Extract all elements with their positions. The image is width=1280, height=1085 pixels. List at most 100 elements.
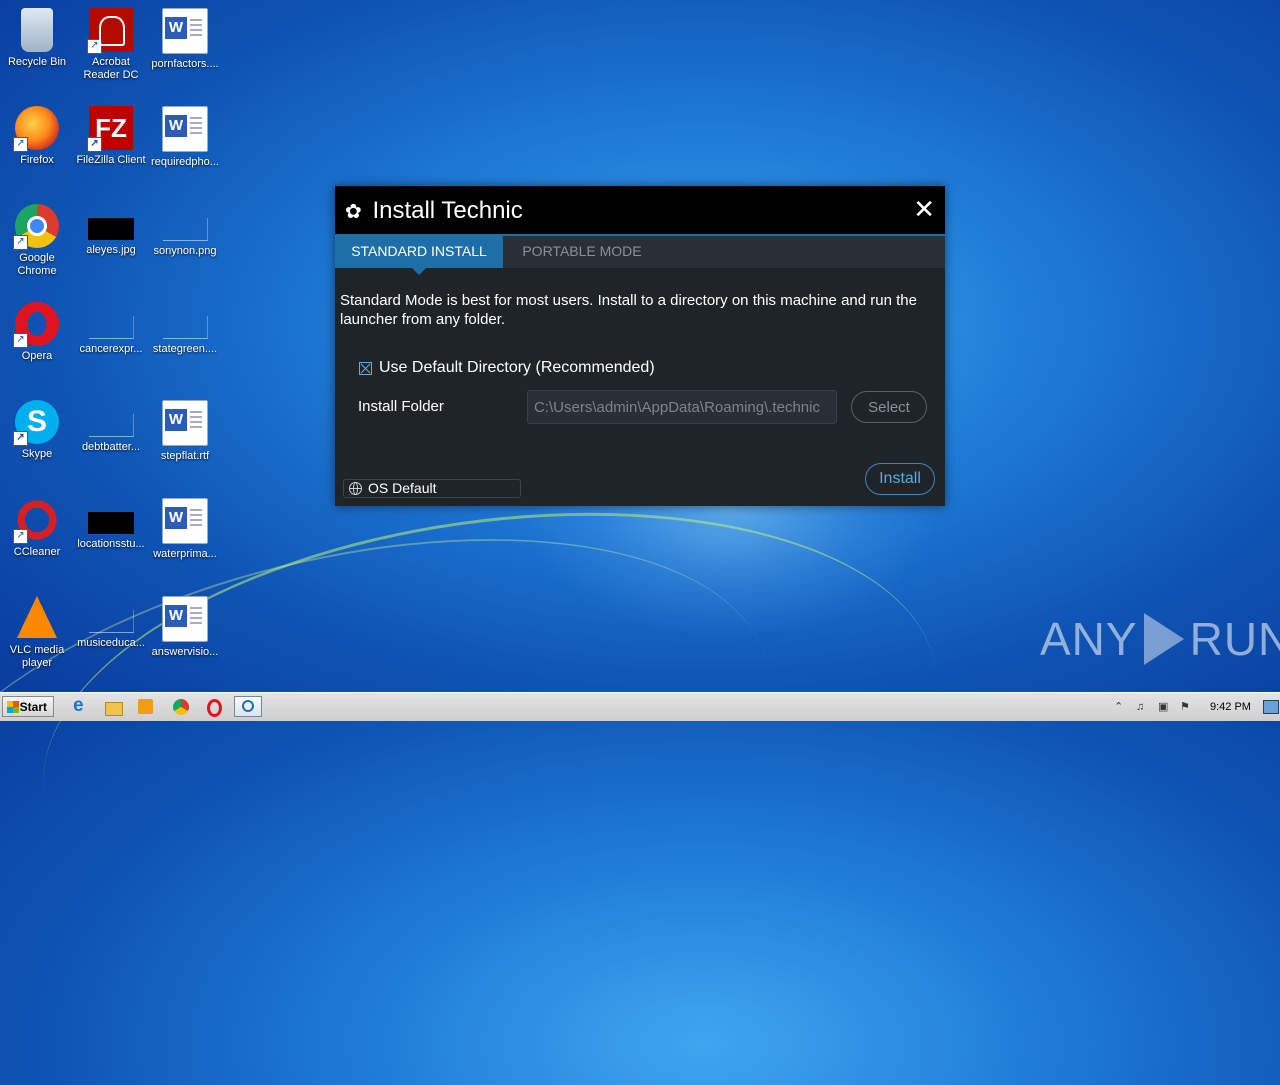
desktop-icon-label: Google Chrome bbox=[17, 252, 57, 277]
desktop-icon-label: locationsstu... bbox=[77, 538, 145, 550]
ccleaner-icon: ↗ bbox=[13, 498, 59, 544]
install-button[interactable]: Install bbox=[865, 463, 935, 495]
action-center-flag-icon[interactable]: ⚑ bbox=[1180, 701, 1192, 713]
desktop-icon-skype[interactable]: S ↗ Skype bbox=[0, 400, 74, 461]
desktop-icon-opera[interactable]: ↗ Opera bbox=[0, 302, 74, 363]
image-thumbnail-icon bbox=[162, 218, 208, 241]
desktop-icon-firefox[interactable]: ↗ Firefox bbox=[0, 106, 74, 167]
tab-standard-install[interactable]: STANDARD INSTALL bbox=[335, 236, 503, 275]
desktop-icon-word-doc[interactable]: pornfactors.... bbox=[148, 8, 222, 71]
media-player-icon[interactable] bbox=[136, 697, 156, 717]
recycle-bin-icon bbox=[21, 8, 53, 52]
use-default-directory-option[interactable]: Use Default Directory (Recommended) bbox=[359, 359, 655, 377]
use-default-directory-checkbox[interactable] bbox=[359, 361, 372, 375]
select-folder-button[interactable]: Select bbox=[851, 391, 927, 423]
vlc-cone-icon bbox=[17, 596, 57, 638]
desktop-icon-file[interactable]: stategreen.... bbox=[148, 302, 222, 356]
install-mode-tabs: STANDARD INSTALL PORTABLE MODE bbox=[335, 236, 945, 275]
desktop-icon-file[interactable]: musiceduca... bbox=[74, 596, 148, 650]
install-folder-input[interactable] bbox=[527, 390, 837, 424]
desktop-icon-label: debtbatter... bbox=[81, 441, 141, 453]
desktop-icon-label: Skype bbox=[21, 448, 53, 460]
mode-description: Standard Mode is best for most users. In… bbox=[340, 292, 917, 328]
desktop-icon-label: FileZilla Client bbox=[76, 154, 146, 166]
desktop-icon-label: stepflat.rtf bbox=[160, 450, 210, 462]
clock[interactable]: 9:42 PM bbox=[1210, 701, 1251, 713]
skype-logo-text: S bbox=[26, 405, 47, 438]
desktop-icon-label: Acrobat Reader DC bbox=[83, 56, 139, 81]
desktop-icon-file[interactable]: cancerexpr... bbox=[74, 302, 148, 356]
word-document-icon bbox=[162, 400, 208, 446]
desktop-icon-label: Opera bbox=[21, 350, 53, 362]
word-document-icon bbox=[162, 8, 208, 54]
shortcut-arrow-icon: ↗ bbox=[13, 529, 28, 544]
desktop-icon-label: sonynon.png bbox=[153, 245, 217, 257]
filezilla-icon: FZ ↗ bbox=[87, 106, 133, 152]
globe-icon bbox=[349, 482, 362, 495]
watermark-left-text: ANY bbox=[1040, 613, 1138, 665]
image-thumbnail-icon bbox=[88, 218, 134, 240]
shortcut-arrow-icon: ↗ bbox=[87, 39, 102, 54]
firefox-icon: ↗ bbox=[13, 106, 59, 152]
desktop-icon-word-doc[interactable]: stepflat.rtf bbox=[148, 400, 222, 463]
show-hidden-icons-icon[interactable]: ⌃ bbox=[1114, 701, 1126, 713]
chrome-icon: ↗ bbox=[13, 204, 59, 250]
dialog-title: ✿ Install Technic bbox=[345, 197, 523, 225]
chrome-taskbar-icon[interactable] bbox=[171, 697, 191, 717]
opera-icon: ↗ bbox=[13, 302, 59, 348]
desktop-icon-filezilla[interactable]: FZ ↗ FileZilla Client bbox=[74, 106, 148, 167]
system-tray: ⌃ ♫ ▣ ⚑ 9:42 PM bbox=[1104, 693, 1280, 721]
desktop-icon-label: cancerexpr... bbox=[79, 343, 143, 355]
skype-icon: S ↗ bbox=[13, 400, 59, 446]
file-thumbnail-icon bbox=[162, 316, 208, 339]
file-explorer-icon[interactable] bbox=[103, 697, 123, 717]
file-thumbnail-icon bbox=[88, 610, 134, 633]
anyrun-watermark: ANY RUN bbox=[1040, 612, 1280, 666]
volume-icon[interactable]: ♫ bbox=[1136, 701, 1148, 713]
network-icon[interactable]: ▣ bbox=[1158, 701, 1170, 713]
show-desktop-button[interactable] bbox=[1262, 700, 1279, 714]
install-folder-label: Install Folder bbox=[358, 398, 444, 415]
desktop-icon-image-file[interactable]: locationsstu... bbox=[74, 498, 148, 551]
shortcut-arrow-icon: ↗ bbox=[87, 137, 102, 152]
internet-explorer-icon[interactable] bbox=[70, 695, 90, 717]
shortcut-arrow-icon: ↗ bbox=[13, 431, 28, 446]
technic-launcher-taskbar-button[interactable] bbox=[234, 696, 262, 717]
gear-icon: ✿ bbox=[345, 201, 362, 223]
desktop-icon-word-doc[interactable]: waterprima... bbox=[148, 498, 222, 561]
desktop-icon-label: Firefox bbox=[20, 154, 54, 166]
language-selector[interactable]: OS Default bbox=[343, 479, 521, 498]
desktop-icon-file[interactable]: debtbatter... bbox=[74, 400, 148, 454]
word-document-icon bbox=[162, 498, 208, 544]
desktop-icon-label: Recycle Bin bbox=[7, 56, 67, 68]
desktop-icon-ccleaner[interactable]: ↗ CCleaner bbox=[0, 498, 74, 559]
desktop-icon-image-file[interactable]: aleyes.jpg bbox=[74, 204, 148, 257]
watermark-right-text: RUN bbox=[1189, 613, 1280, 665]
desktop-icon-word-doc[interactable]: answervisio... bbox=[148, 596, 222, 659]
play-icon bbox=[1143, 613, 1184, 665]
shortcut-arrow-icon: ↗ bbox=[13, 235, 28, 250]
opera-taskbar-icon[interactable] bbox=[204, 697, 224, 717]
file-thumbnail-icon bbox=[88, 316, 134, 339]
desktop-icon-vlc[interactable]: VLC media player bbox=[0, 596, 74, 670]
desktop-icon-chrome[interactable]: ↗ Google Chrome bbox=[0, 204, 74, 278]
tab-portable-mode[interactable]: PORTABLE MODE bbox=[503, 236, 661, 268]
word-document-icon bbox=[162, 596, 208, 642]
desktop-icon-label: requiredpho... bbox=[151, 156, 219, 168]
desktop-icon-word-doc[interactable]: requiredpho... bbox=[148, 106, 222, 169]
image-thumbnail-icon bbox=[88, 512, 134, 534]
use-default-directory-label: Use Default Directory (Recommended) bbox=[379, 359, 655, 376]
word-document-icon bbox=[162, 106, 208, 152]
desktop-icon-image-file[interactable]: sonynon.png bbox=[148, 204, 222, 258]
desktop-icon-label: musiceduca... bbox=[77, 637, 145, 649]
desktop-icon-label: stategreen.... bbox=[152, 343, 218, 355]
acrobat-icon: ↗ bbox=[87, 8, 133, 54]
dialog-titlebar[interactable]: ✿ Install Technic ✕ bbox=[335, 186, 945, 236]
desktop-icon-label: VLC media player bbox=[9, 644, 65, 669]
close-icon[interactable]: ✕ bbox=[913, 196, 935, 222]
desktop-icon-acrobat[interactable]: ↗ Acrobat Reader DC bbox=[74, 8, 148, 82]
start-button[interactable]: Start bbox=[2, 696, 54, 717]
install-technic-dialog: ✿ Install Technic ✕ STANDARD INSTALL POR… bbox=[335, 186, 945, 506]
desktop-icon-label: CCleaner bbox=[13, 546, 61, 558]
desktop-icon-recycle-bin[interactable]: Recycle Bin bbox=[0, 8, 74, 69]
